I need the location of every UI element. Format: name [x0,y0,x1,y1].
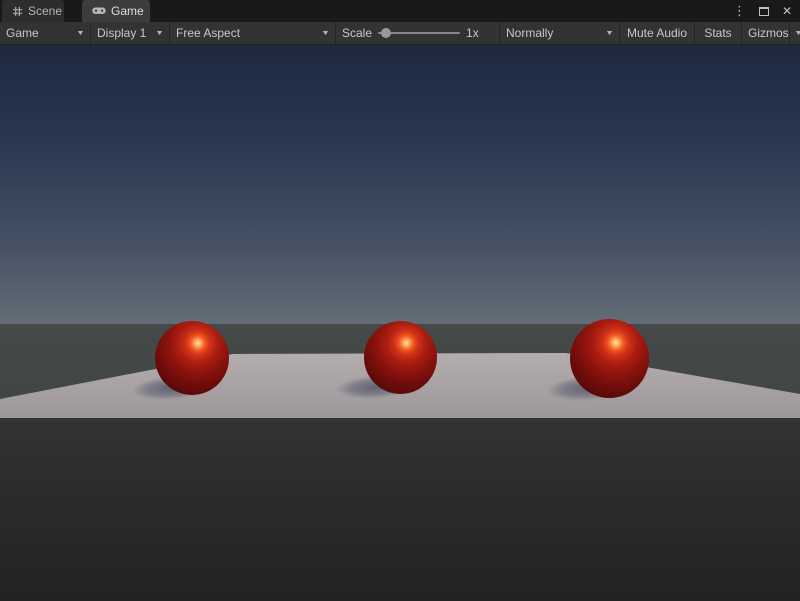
scale-control: Scale 1x [336,22,500,44]
kebab-menu-icon[interactable]: ⋮ [733,0,746,22]
chevron-down-icon: ▼ [321,30,330,37]
aspect-ratio-label: Free Aspect [176,26,240,40]
window-controls: ⋮ ✕ [733,0,792,22]
red-sphere-center [364,321,437,394]
chevron-down-icon: ▼ [605,30,614,37]
gizmos-button[interactable]: Gizmos ▼ [742,22,800,44]
dark-foreground [0,418,800,601]
tab-scene[interactable]: Scene [2,0,64,22]
scale-slider[interactable] [378,27,460,39]
game-viewport[interactable] [0,45,800,601]
tab-game-label: Game [111,4,144,18]
close-icon[interactable]: ✕ [782,0,792,22]
stats-button[interactable]: Stats [695,22,742,44]
maximize-icon[interactable] [759,7,769,16]
grid-icon [12,6,23,17]
display-dropdown-label: Display 1 [97,26,146,40]
game-view-toolbar: Game ▼ Display 1 ▼ Free Aspect ▼ Scale 1… [0,22,800,45]
aspect-ratio-dropdown[interactable]: Free Aspect ▼ [170,22,336,44]
stats-label: Stats [704,26,731,40]
gamepad-icon [92,6,106,16]
game-view-mode-dropdown[interactable]: Game ▼ [0,22,91,44]
chevron-down-icon: ▼ [76,30,85,37]
tab-bar: Scene Game ⋮ ✕ [0,0,800,22]
tab-game[interactable]: Game [82,0,150,22]
display-dropdown[interactable]: Display 1 ▼ [91,22,170,44]
scale-slider-knob[interactable] [381,28,391,38]
play-focus-dropdown[interactable]: Normally ▼ [500,22,620,44]
mute-audio-button[interactable]: Mute Audio [620,22,695,44]
gizmos-dropdown-toggle[interactable]: ▼ [789,22,800,44]
chevron-down-icon: ▼ [794,30,800,37]
chevron-down-icon: ▼ [155,30,164,37]
red-sphere-left [155,321,229,395]
play-focus-label: Normally [506,26,553,40]
mute-audio-label: Mute Audio [627,26,687,40]
game-view-mode-label: Game [6,26,39,40]
sky [0,45,800,325]
gizmos-label: Gizmos [748,26,789,40]
tab-scene-label: Scene [28,4,62,18]
scale-label: Scale [342,26,372,40]
scale-value: 1x [466,26,479,40]
red-sphere-right [570,319,649,398]
